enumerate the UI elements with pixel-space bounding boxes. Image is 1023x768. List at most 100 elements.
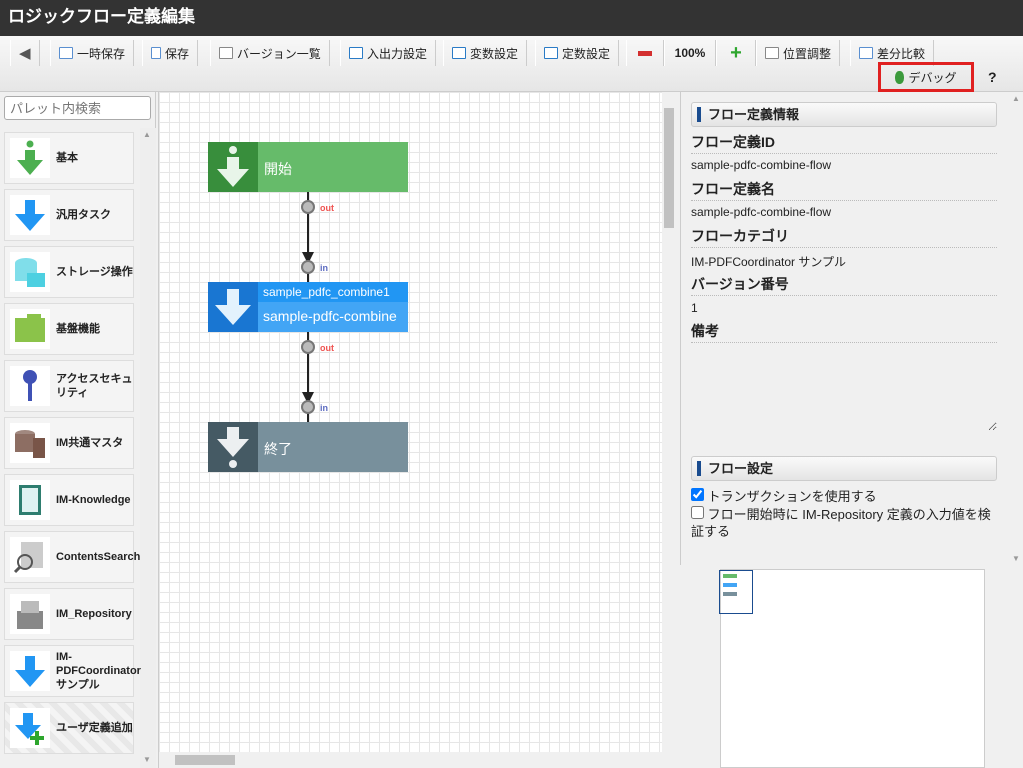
- palette-item-label: 汎用タスク: [56, 209, 111, 221]
- position-adjust-button[interactable]: 位置調整: [756, 40, 841, 66]
- overview-viewport[interactable]: [719, 570, 753, 614]
- help-button[interactable]: ?: [988, 69, 997, 85]
- in-port[interactable]: [301, 260, 315, 274]
- flow-canvas[interactable]: 開始 out in sample_pdfc_combine1 sample-pdf…: [158, 92, 677, 768]
- storage-icon: [10, 252, 50, 292]
- palette-item-label: アクセスセキュリティ: [56, 373, 133, 399]
- label: バージョン一覧: [237, 46, 321, 61]
- section-flow-info[interactable]: フロー定義情報: [691, 102, 997, 127]
- task-node[interactable]: sample_pdfc_combine1 sample-pdfc-combine: [208, 282, 408, 332]
- overview-panel: [680, 565, 1023, 768]
- start-node[interactable]: 開始: [208, 142, 408, 192]
- im-pdfcoordinator-sample-icon: [10, 651, 50, 691]
- im-knowledge-icon: [10, 480, 50, 520]
- out-port[interactable]: [301, 340, 315, 354]
- palette-item-storage[interactable]: ストレージ操作: [4, 246, 134, 298]
- palette-item-im-repository[interactable]: IM_Repository: [4, 588, 134, 640]
- list-icon: [219, 47, 233, 59]
- save-button[interactable]: 保存: [142, 40, 199, 66]
- flow-name-label: フロー定義名: [691, 179, 997, 201]
- variable-settings-button[interactable]: 変数設定: [443, 40, 528, 66]
- back-arrow-icon: ◀: [19, 45, 31, 62]
- end-label: 終了: [264, 441, 292, 457]
- palette-item-im-pdfcoordinator-sample[interactable]: IM-PDFCoordinator サンプル: [4, 645, 141, 697]
- toolbar: ◀ 一時保存 保存 バージョン一覧 入出力設定 変数設定 定数設定 100% +…: [0, 36, 1023, 92]
- canvas-horizontal-scrollbar[interactable]: [159, 752, 677, 768]
- palette-item-im-knowledge[interactable]: IM-Knowledge: [4, 474, 134, 526]
- properties-scrollbar[interactable]: ▲ ▼: [1009, 92, 1023, 565]
- save-icon: [151, 47, 161, 59]
- label: 差分比較: [877, 46, 926, 61]
- back-button[interactable]: ◀: [10, 40, 40, 66]
- scroll-down-icon: ▼: [143, 755, 151, 764]
- palette-item-contents-search[interactable]: ContentsSearch: [4, 531, 140, 583]
- zoom-in-button[interactable]: +: [716, 40, 756, 66]
- version-label: バージョン番号: [691, 274, 997, 296]
- port-label: in: [320, 263, 328, 273]
- palette: ▲▼ 基本汎用タスクストレージ操作基盤機能アクセスセキュリティIM共通マスタIM…: [0, 92, 156, 768]
- flow-id-label: フロー定義ID: [691, 132, 997, 154]
- note-textarea[interactable]: [691, 345, 997, 431]
- transaction-option[interactable]: トランザクションを使用する: [691, 488, 991, 505]
- label: 変数設定: [470, 46, 519, 61]
- in-port[interactable]: [301, 400, 315, 414]
- canvas-vertical-scrollbar[interactable]: [662, 92, 676, 752]
- section-flow-settings[interactable]: フロー設定: [691, 456, 997, 481]
- basic-icon: [10, 138, 50, 178]
- out-port[interactable]: [301, 200, 315, 214]
- palette-item-platform[interactable]: 基盤機能: [4, 303, 134, 355]
- palette-item-user-defined-add[interactable]: ユーザ定義追加: [4, 702, 134, 754]
- temp-save-button[interactable]: 一時保存: [50, 40, 135, 66]
- label: 定数設定: [562, 46, 611, 61]
- label: フロー開始時に IM-Repository 定義の入力値を検証する: [691, 507, 991, 539]
- bug-icon: [895, 70, 905, 84]
- im-common-master-icon: [10, 423, 50, 463]
- window-title: ロジックフロー定義編集: [0, 0, 1023, 36]
- zoom-level: 100%: [664, 40, 716, 66]
- window-icon: [544, 47, 558, 59]
- label: 入出力設定: [367, 46, 428, 61]
- temp-save-icon: [59, 47, 73, 59]
- im-repository-icon: [10, 594, 50, 634]
- flow-id-value: sample-pdfc-combine-flow: [691, 158, 832, 172]
- overview-map[interactable]: [719, 569, 985, 768]
- label: デバッグ: [908, 70, 957, 85]
- label: 一時保存: [77, 46, 126, 61]
- palette-scrollbar[interactable]: ▲ ▼: [140, 128, 156, 768]
- port-label: out: [320, 343, 334, 353]
- palette-item-label: ストレージ操作: [56, 266, 133, 278]
- debug-button[interactable]: デバッグ: [878, 62, 974, 92]
- transaction-checkbox[interactable]: [691, 488, 704, 501]
- palette-search-input[interactable]: [4, 96, 151, 120]
- task-id: sample_pdfc_combine1: [258, 282, 408, 302]
- palette-item-access-security[interactable]: アクセスセキュリティ: [4, 360, 134, 412]
- validate-checkbox[interactable]: [691, 506, 704, 519]
- version-value: 1: [691, 301, 698, 315]
- window-icon: [349, 47, 363, 59]
- scroll-up-icon: ▲: [143, 130, 151, 139]
- palette-item-label: 基本: [56, 152, 78, 164]
- version-list-button[interactable]: バージョン一覧: [210, 40, 330, 66]
- validate-option[interactable]: フロー開始時に IM-Repository 定義の入力値を検証する: [691, 506, 991, 540]
- tree-icon: [765, 47, 779, 59]
- flow-category-label: フローカテゴリ: [691, 226, 997, 248]
- start-label: 開始: [264, 161, 292, 177]
- compare-icon: [859, 47, 873, 59]
- palette-item-label: IM-Knowledge: [56, 494, 131, 506]
- constant-settings-button[interactable]: 定数設定: [535, 40, 620, 66]
- generic-task-icon: [10, 195, 50, 235]
- label: 保存: [165, 46, 190, 61]
- access-security-icon: [10, 366, 50, 406]
- palette-item-basic[interactable]: 基本: [4, 132, 134, 184]
- palette-item-generic-task[interactable]: 汎用タスク: [4, 189, 134, 241]
- palette-item-label: IM共通マスタ: [56, 437, 124, 449]
- flow-name-value: sample-pdfc-combine-flow: [691, 205, 832, 219]
- palette-item-im-common-master[interactable]: IM共通マスタ: [4, 417, 134, 469]
- io-settings-button[interactable]: 入出力設定: [340, 40, 437, 66]
- label: トランザクションを使用する: [707, 489, 877, 504]
- end-icon: [208, 422, 258, 472]
- end-node[interactable]: 終了: [208, 422, 408, 472]
- palette-item-label: IM-PDFCoordinator サンプル: [56, 651, 141, 691]
- palette-item-label: ユーザ定義追加: [56, 722, 133, 734]
- zoom-out-button[interactable]: [626, 40, 664, 66]
